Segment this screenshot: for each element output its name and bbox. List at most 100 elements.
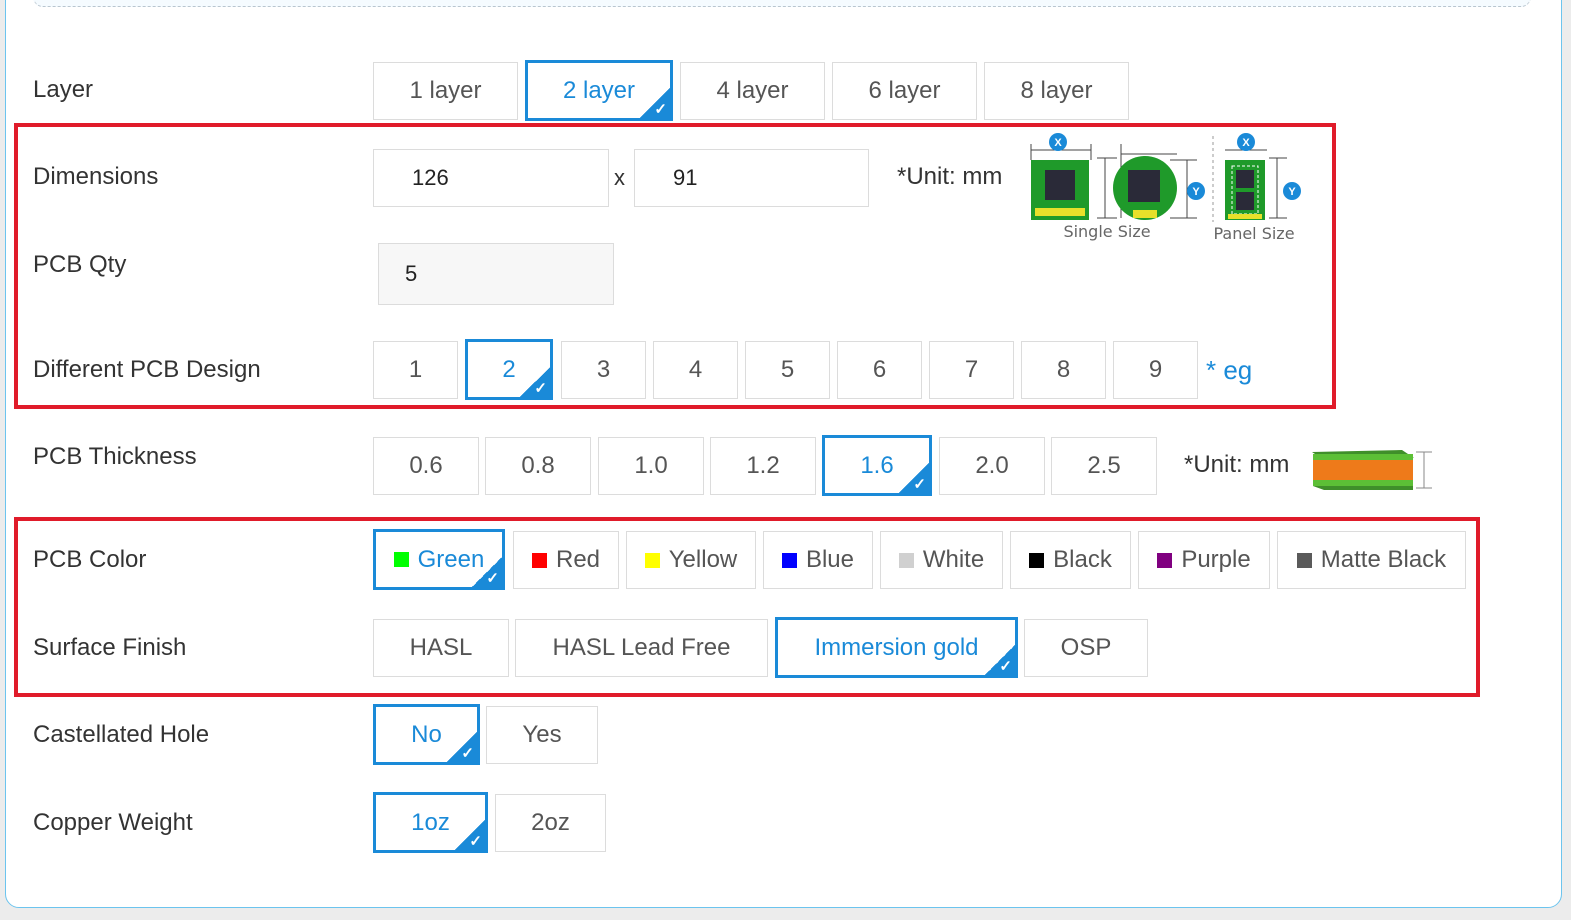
- dimension-height-input[interactable]: 91: [634, 149, 869, 207]
- color-option-green[interactable]: Green ✓: [373, 529, 505, 590]
- option-label: 1.2: [746, 452, 780, 479]
- thickness-option-1-2[interactable]: 1.2: [710, 437, 816, 495]
- option-label: 4: [688, 356, 703, 383]
- option-label: 8: [1056, 356, 1071, 383]
- single-size-round-board-icon: [1113, 144, 1197, 220]
- selected-corner: ✓: [455, 820, 485, 850]
- layer-label: Layer: [33, 76, 94, 103]
- copper-weight-label: Copper Weight: [33, 809, 193, 836]
- check-icon: ✓: [469, 833, 482, 850]
- thickness-option-1-0[interactable]: 1.0: [598, 437, 704, 495]
- color-swatch: [644, 552, 660, 568]
- color-option-black[interactable]: Black: [1010, 531, 1131, 589]
- different-design-label: Different PCB Design: [33, 356, 261, 383]
- color-option-white[interactable]: White: [880, 531, 1003, 589]
- layer-option-1[interactable]: 1 layer: [373, 62, 518, 120]
- copper-option-2oz[interactable]: 2oz: [495, 794, 606, 852]
- option-label: 1.6: [860, 451, 894, 479]
- check-icon: ✓: [461, 745, 474, 762]
- selected-corner: ✓: [472, 557, 502, 587]
- design-option-6[interactable]: 6: [837, 341, 922, 399]
- design-option-2[interactable]: 2 ✓: [465, 339, 553, 400]
- option-label: HASL: [409, 634, 473, 661]
- layer-option-6[interactable]: 6 layer: [832, 62, 977, 120]
- dimension-width-input[interactable]: 126: [373, 149, 609, 207]
- panel-size-board-icon: [1225, 149, 1287, 220]
- design-option-9[interactable]: 9: [1113, 341, 1198, 399]
- layer-option-8[interactable]: 8 layer: [984, 62, 1129, 120]
- thickness-option-2-5[interactable]: 2.5: [1051, 437, 1157, 495]
- design-option-1[interactable]: 1: [373, 341, 458, 399]
- design-option-4[interactable]: 4: [653, 341, 738, 399]
- svg-text:Y: Y: [1192, 186, 1200, 198]
- option-label: 2.5: [1087, 452, 1121, 479]
- option-label: 6: [872, 356, 887, 383]
- layer-option-4[interactable]: 4 layer: [680, 62, 825, 120]
- selected-corner: ✓: [899, 463, 929, 493]
- option-label: Purple: [1181, 546, 1251, 573]
- design-option-8[interactable]: 8: [1021, 341, 1106, 399]
- thickness-unit-note: *Unit: mm: [1184, 451, 1290, 478]
- option-label: 0.6: [409, 452, 443, 479]
- option-label: 2.0: [975, 452, 1009, 479]
- color-swatch: [393, 552, 409, 567]
- layer-option-2[interactable]: 2 layer ✓: [525, 60, 673, 121]
- check-icon: ✓: [486, 570, 499, 587]
- thickness-option-0-8[interactable]: 0.8: [485, 437, 591, 495]
- color-swatch: [1157, 552, 1173, 568]
- design-option-7[interactable]: 7: [929, 341, 1014, 399]
- selected-corner: ✓: [520, 367, 550, 397]
- single-size-caption: Single Size: [1063, 222, 1150, 241]
- color-swatch: [1296, 552, 1312, 568]
- option-label: Black: [1053, 546, 1112, 573]
- check-icon: ✓: [654, 101, 667, 118]
- color-swatch: [781, 552, 797, 568]
- svg-text:Y: Y: [1288, 186, 1296, 198]
- thickness-option-2-0[interactable]: 2.0: [939, 437, 1045, 495]
- thickness-option-1-6[interactable]: 1.6 ✓: [822, 435, 932, 496]
- dimensions-label: Dimensions: [33, 163, 159, 190]
- thickness-label: PCB Thickness: [33, 443, 197, 470]
- option-label: Yellow: [668, 546, 738, 573]
- option-label: 2oz: [531, 809, 570, 836]
- castellated-option-no[interactable]: No ✓: [373, 704, 480, 765]
- pcb-qty-select[interactable]: 5: [378, 243, 614, 305]
- color-option-red[interactable]: Red: [513, 531, 619, 589]
- panel-size-caption: Panel Size: [1213, 224, 1294, 243]
- option-label: 7: [964, 356, 979, 383]
- copper-option-1oz[interactable]: 1oz ✓: [373, 792, 488, 853]
- board-thickness-icon: [1312, 450, 1432, 490]
- color-option-yellow[interactable]: Yellow: [626, 531, 756, 589]
- svg-text:X: X: [1242, 137, 1250, 149]
- surface-finish-label: Surface Finish: [33, 634, 187, 661]
- color-option-blue[interactable]: Blue: [763, 531, 873, 589]
- selected-corner: ✓: [447, 732, 477, 762]
- thickness-option-0-6[interactable]: 0.6: [373, 437, 479, 495]
- option-label: OSP: [1060, 634, 1112, 661]
- option-label: 2: [502, 355, 516, 383]
- option-label: 9: [1148, 356, 1163, 383]
- option-label: Matte Black: [1320, 546, 1447, 573]
- color-option-matte-black[interactable]: Matte Black: [1277, 531, 1466, 589]
- option-label: HASL Lead Free: [552, 634, 731, 661]
- color-label: PCB Color: [33, 546, 147, 573]
- option-label: Immersion gold: [814, 633, 979, 661]
- option-label: 1oz: [411, 808, 450, 836]
- color-option-purple[interactable]: Purple: [1138, 531, 1270, 589]
- design-example-link[interactable]: * eg: [1206, 355, 1252, 386]
- finish-option-hasl-lead-free[interactable]: HASL Lead Free: [515, 619, 768, 677]
- finish-option-immersion-gold[interactable]: Immersion gold ✓: [775, 617, 1018, 678]
- finish-option-osp[interactable]: OSP: [1024, 619, 1148, 677]
- option-label: No: [411, 720, 442, 748]
- option-label: Blue: [805, 546, 855, 573]
- svg-text:X: X: [1054, 137, 1062, 149]
- pcb-size-diagram: X Y Single Size X Y Panel Size: [1030, 133, 1301, 243]
- design-option-5[interactable]: 5: [745, 341, 830, 399]
- top-collapsed-panel: [33, 0, 1531, 7]
- option-label: Yes: [522, 721, 562, 748]
- dimension-separator: x: [614, 165, 625, 190]
- finish-option-hasl[interactable]: HASL: [373, 619, 509, 677]
- color-swatch: [898, 552, 914, 568]
- castellated-option-yes[interactable]: Yes: [486, 706, 598, 764]
- design-option-3[interactable]: 3: [561, 341, 646, 399]
